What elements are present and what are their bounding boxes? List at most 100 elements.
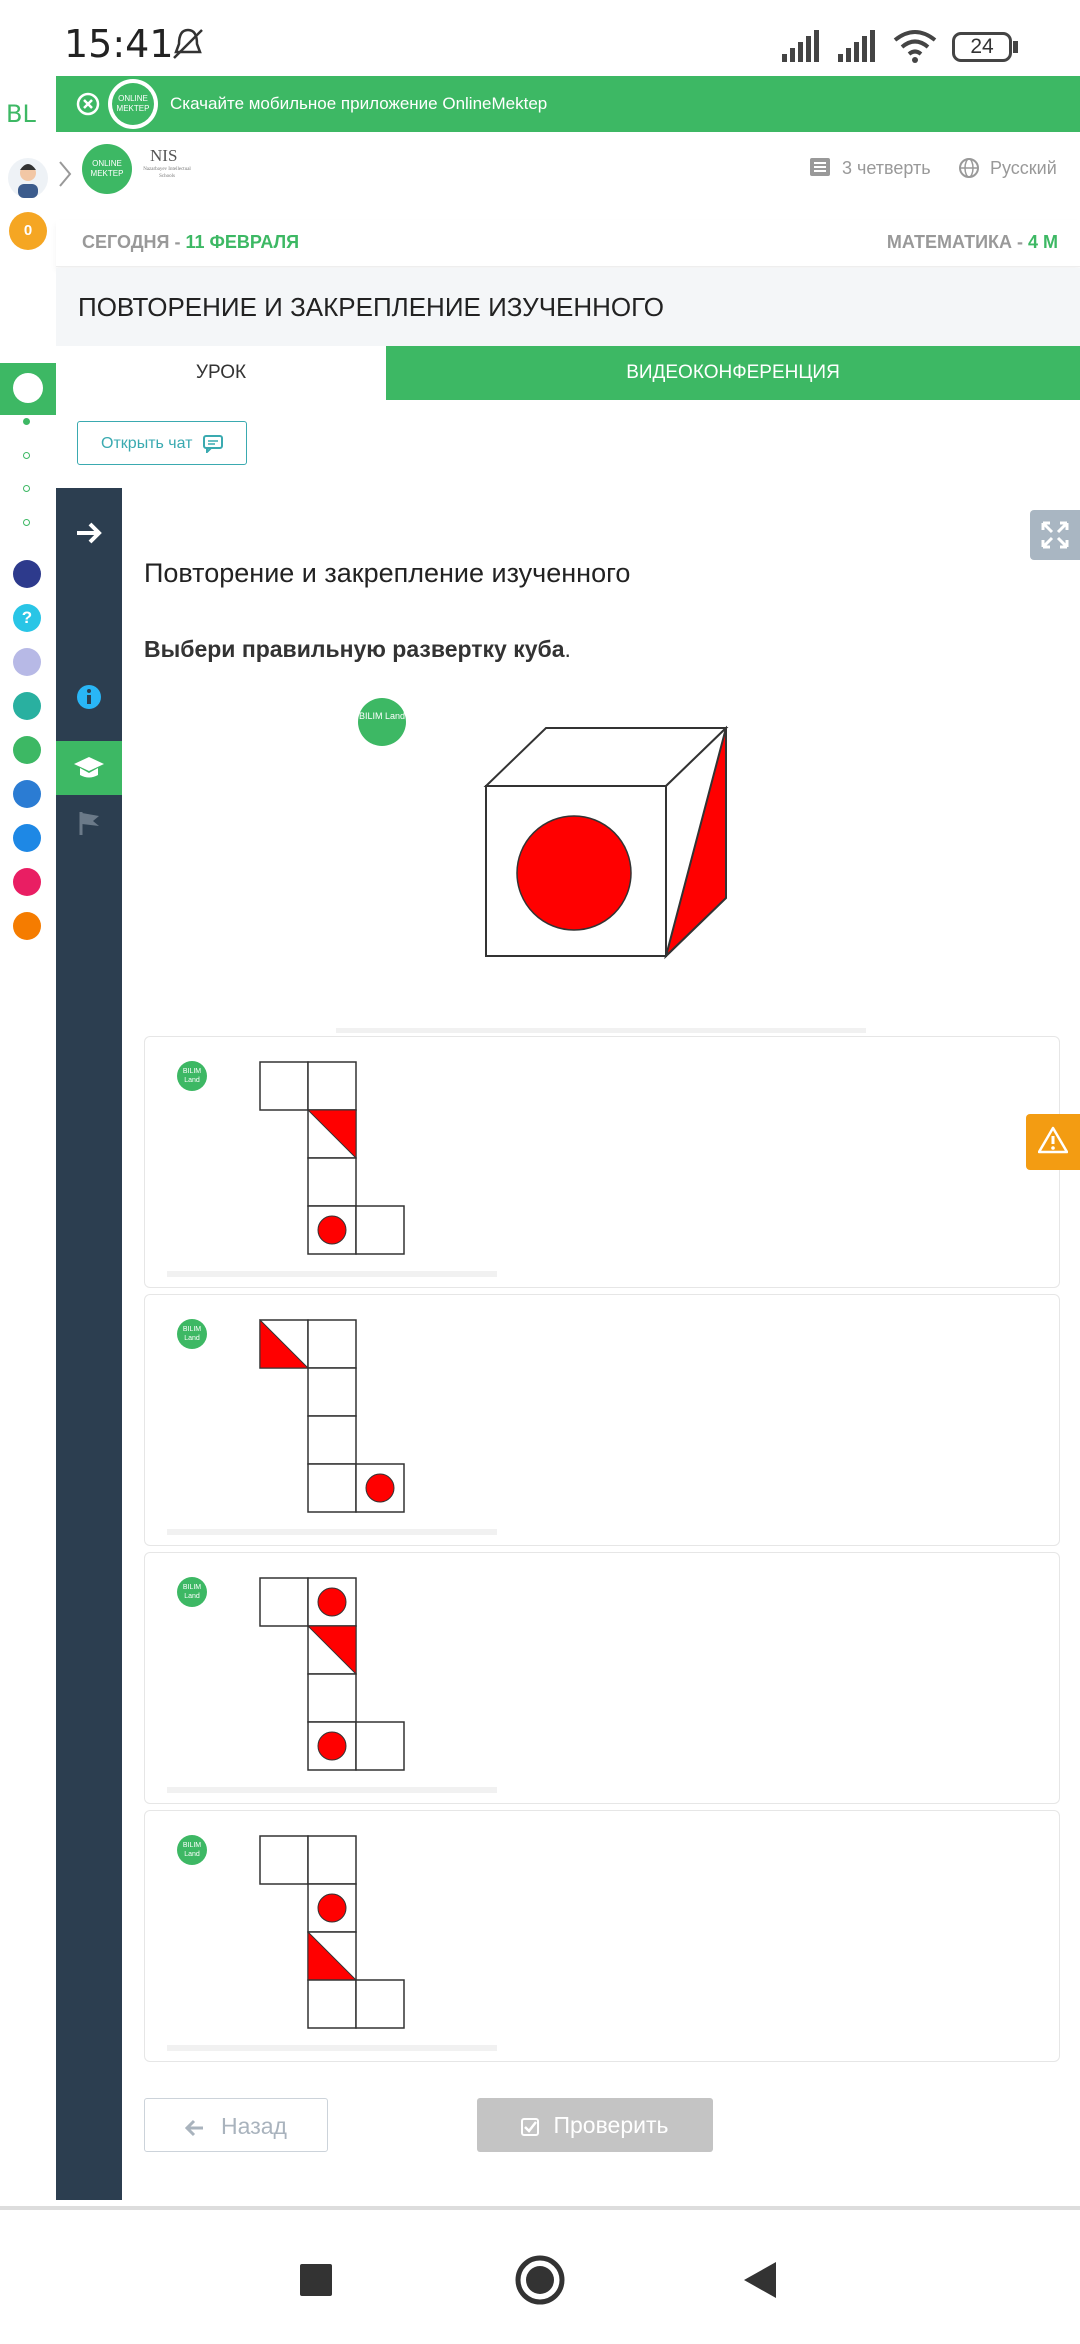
recent-apps-button[interactable]: [300, 2264, 332, 2296]
twig-app-icon[interactable]: [13, 868, 41, 896]
arrow-right-icon[interactable]: [74, 518, 104, 548]
page-title: ПОВТОРЕНИЕ И ЗАКРЕПЛЕНИЕ ИЗУЧЕННОГО: [78, 292, 664, 322]
rail-dot-3[interactable]: [23, 485, 30, 492]
sidebar-item-lesson[interactable]: [56, 741, 122, 795]
banner-text[interactable]: Скачайте мобильное приложение OnlineMekt…: [170, 94, 547, 114]
battery-tip: [1013, 41, 1018, 53]
back-button-label: Назад: [221, 2113, 287, 2139]
avatar[interactable]: [8, 158, 48, 198]
option-4-logo: BILIM Land: [177, 1835, 207, 1865]
subject-grade: 4 М: [1027, 232, 1058, 252]
question-bold: Выбери правильную развертку куба: [144, 636, 565, 662]
status-time: 15:41: [64, 22, 174, 66]
radio-app-icon[interactable]: [13, 912, 41, 940]
status-bar: 15:41 24: [0, 0, 1080, 76]
online-mektep-logo[interactable]: ONLINE MEKTEP: [82, 144, 132, 194]
online-mektep-mini-icon: [13, 373, 43, 403]
subject-label: МАТЕМАТИКА -: [886, 232, 1028, 252]
option-2-divider: [167, 1529, 497, 1535]
bilim-land-app-icon[interactable]: [13, 736, 41, 764]
answer-option-3[interactable]: BILIM Land: [144, 1552, 1060, 1804]
chevron-right-icon[interactable]: [56, 154, 76, 194]
bell-muted-icon: [173, 28, 203, 59]
answer-option-4[interactable]: BILIM Land: [144, 1810, 1060, 2062]
report-issue-button[interactable]: [1026, 1114, 1080, 1170]
rail-dot-1[interactable]: [23, 418, 30, 425]
board-app-icon[interactable]: [13, 648, 41, 676]
subject-label-group: МАТЕМАТИКА - 4 М: [887, 232, 1058, 253]
date-subject-bar: СЕГОДНЯ - 11 ФЕВРАЛЯ МАТЕМАТИКА - 4 М: [56, 220, 1080, 267]
lesson-heading: Повторение и закрепление изученного: [144, 558, 631, 588]
bilim-land-logo: BILIM Land: [358, 698, 406, 746]
battery-level: 24: [970, 35, 994, 58]
graduation-cap-icon: [74, 757, 104, 778]
option-3-divider: [167, 1787, 497, 1793]
back-button[interactable]: Назад: [144, 2098, 328, 2152]
checkbox-icon: [521, 2117, 540, 2136]
signal-icon-1: [782, 30, 819, 62]
quarter-selector[interactable]: 3 четверть: [842, 158, 931, 179]
open-chat-button[interactable]: Открыть чат: [77, 421, 247, 465]
option-3-logo: BILIM Land: [177, 1577, 207, 1607]
flag-icon[interactable]: [78, 810, 102, 836]
page-title-bar: ПОВТОРЕНИЕ И ЗАКРЕПЛЕНИЕ ИЗУЧЕННОГО: [56, 268, 1080, 346]
cube-net-option-4: [259, 1835, 405, 2029]
check-button[interactable]: Проверить: [477, 2098, 713, 2152]
question-period: .: [564, 636, 571, 662]
answer-option-1[interactable]: BILIM Land: [144, 1036, 1060, 1288]
signal-icon-2: [838, 30, 875, 62]
back-nav-button[interactable]: [742, 2260, 778, 2300]
nis-logo-text: NIS: [150, 146, 178, 165]
option-2-logo: BILIM Land: [177, 1319, 207, 1349]
answer-option-2[interactable]: BILIM Land: [144, 1294, 1060, 1546]
option-1-logo: BILIM Land: [177, 1061, 207, 1091]
wifi-icon: [893, 30, 937, 63]
check-button-label: Проверить: [553, 2112, 669, 2138]
left-rail: BL 0 ?: [0, 76, 56, 2206]
image-divider: [336, 1028, 866, 1033]
cube-image: [483, 725, 729, 960]
smart-app-icon[interactable]: [13, 560, 41, 588]
app-download-banner[interactable]: ONLINE MEKTEP Скачайте мобильное приложен…: [56, 76, 1080, 132]
question-app-icon[interactable]: ?: [13, 604, 41, 632]
tab-videoconference[interactable]: ВИДЕОКОНФЕРЕНЦИЯ: [386, 346, 1080, 400]
tab-bar: УРОК ВИДЕОКОНФЕРЕНЦИЯ: [56, 346, 1080, 400]
option-4-divider: [167, 2045, 497, 2051]
cube-net-option-1: [259, 1061, 405, 1255]
nis-logo-sub: Nazarbayev Intellectual Schools: [143, 167, 191, 179]
close-circle-icon[interactable]: [76, 92, 100, 116]
language-selector[interactable]: Русский: [990, 158, 1057, 179]
today-label: СЕГОДНЯ -: [82, 232, 186, 252]
open-chat-label: Открыть чат: [101, 435, 193, 452]
chat-icon: [202, 434, 223, 455]
battery-indicator: 24: [952, 32, 1012, 62]
home-button[interactable]: [514, 2254, 566, 2306]
avatar-figure-icon: [18, 164, 38, 198]
coins-badge[interactable]: 0: [9, 212, 47, 250]
tab-lesson[interactable]: УРОК: [56, 346, 386, 400]
site-header: ONLINE MEKTEP NIS Nazarbayev Intellectua…: [56, 132, 1080, 220]
info-icon[interactable]: [76, 684, 102, 710]
rail-dot-4[interactable]: [23, 519, 30, 526]
cube-net-option-3: [259, 1577, 405, 1771]
online-mektep-badge-logo: ONLINE MEKTEP: [112, 83, 154, 125]
expand-icon: [1041, 521, 1069, 549]
question-text: Выбери правильную развертку куба.: [144, 636, 571, 663]
warning-icon: [1037, 1126, 1069, 1154]
list-icon: [810, 158, 830, 176]
system-nav-bar: [0, 2206, 1080, 2344]
rail-active-item[interactable]: [0, 363, 56, 415]
today-date: 11 ФЕВРАЛЯ: [185, 232, 300, 252]
test-app-icon[interactable]: [13, 824, 41, 852]
today-label-group: СЕГОДНЯ - 11 ФЕВРАЛЯ: [82, 232, 299, 253]
fullscreen-button[interactable]: [1030, 510, 1080, 560]
bilim-book-app-icon[interactable]: [13, 780, 41, 808]
rail-dot-2[interactable]: [23, 452, 30, 459]
rail-brand[interactable]: BL: [6, 100, 36, 128]
nis-logo[interactable]: NIS Nazarbayev Intellectual Schools: [142, 146, 192, 204]
bilim-class-app-icon[interactable]: [13, 692, 41, 720]
option-1-divider: [167, 1271, 497, 1277]
lesson-sidebar: [56, 488, 122, 2200]
cube-net-option-2: [259, 1319, 405, 1513]
online-mektep-badge: ONLINE MEKTEP: [108, 79, 158, 129]
